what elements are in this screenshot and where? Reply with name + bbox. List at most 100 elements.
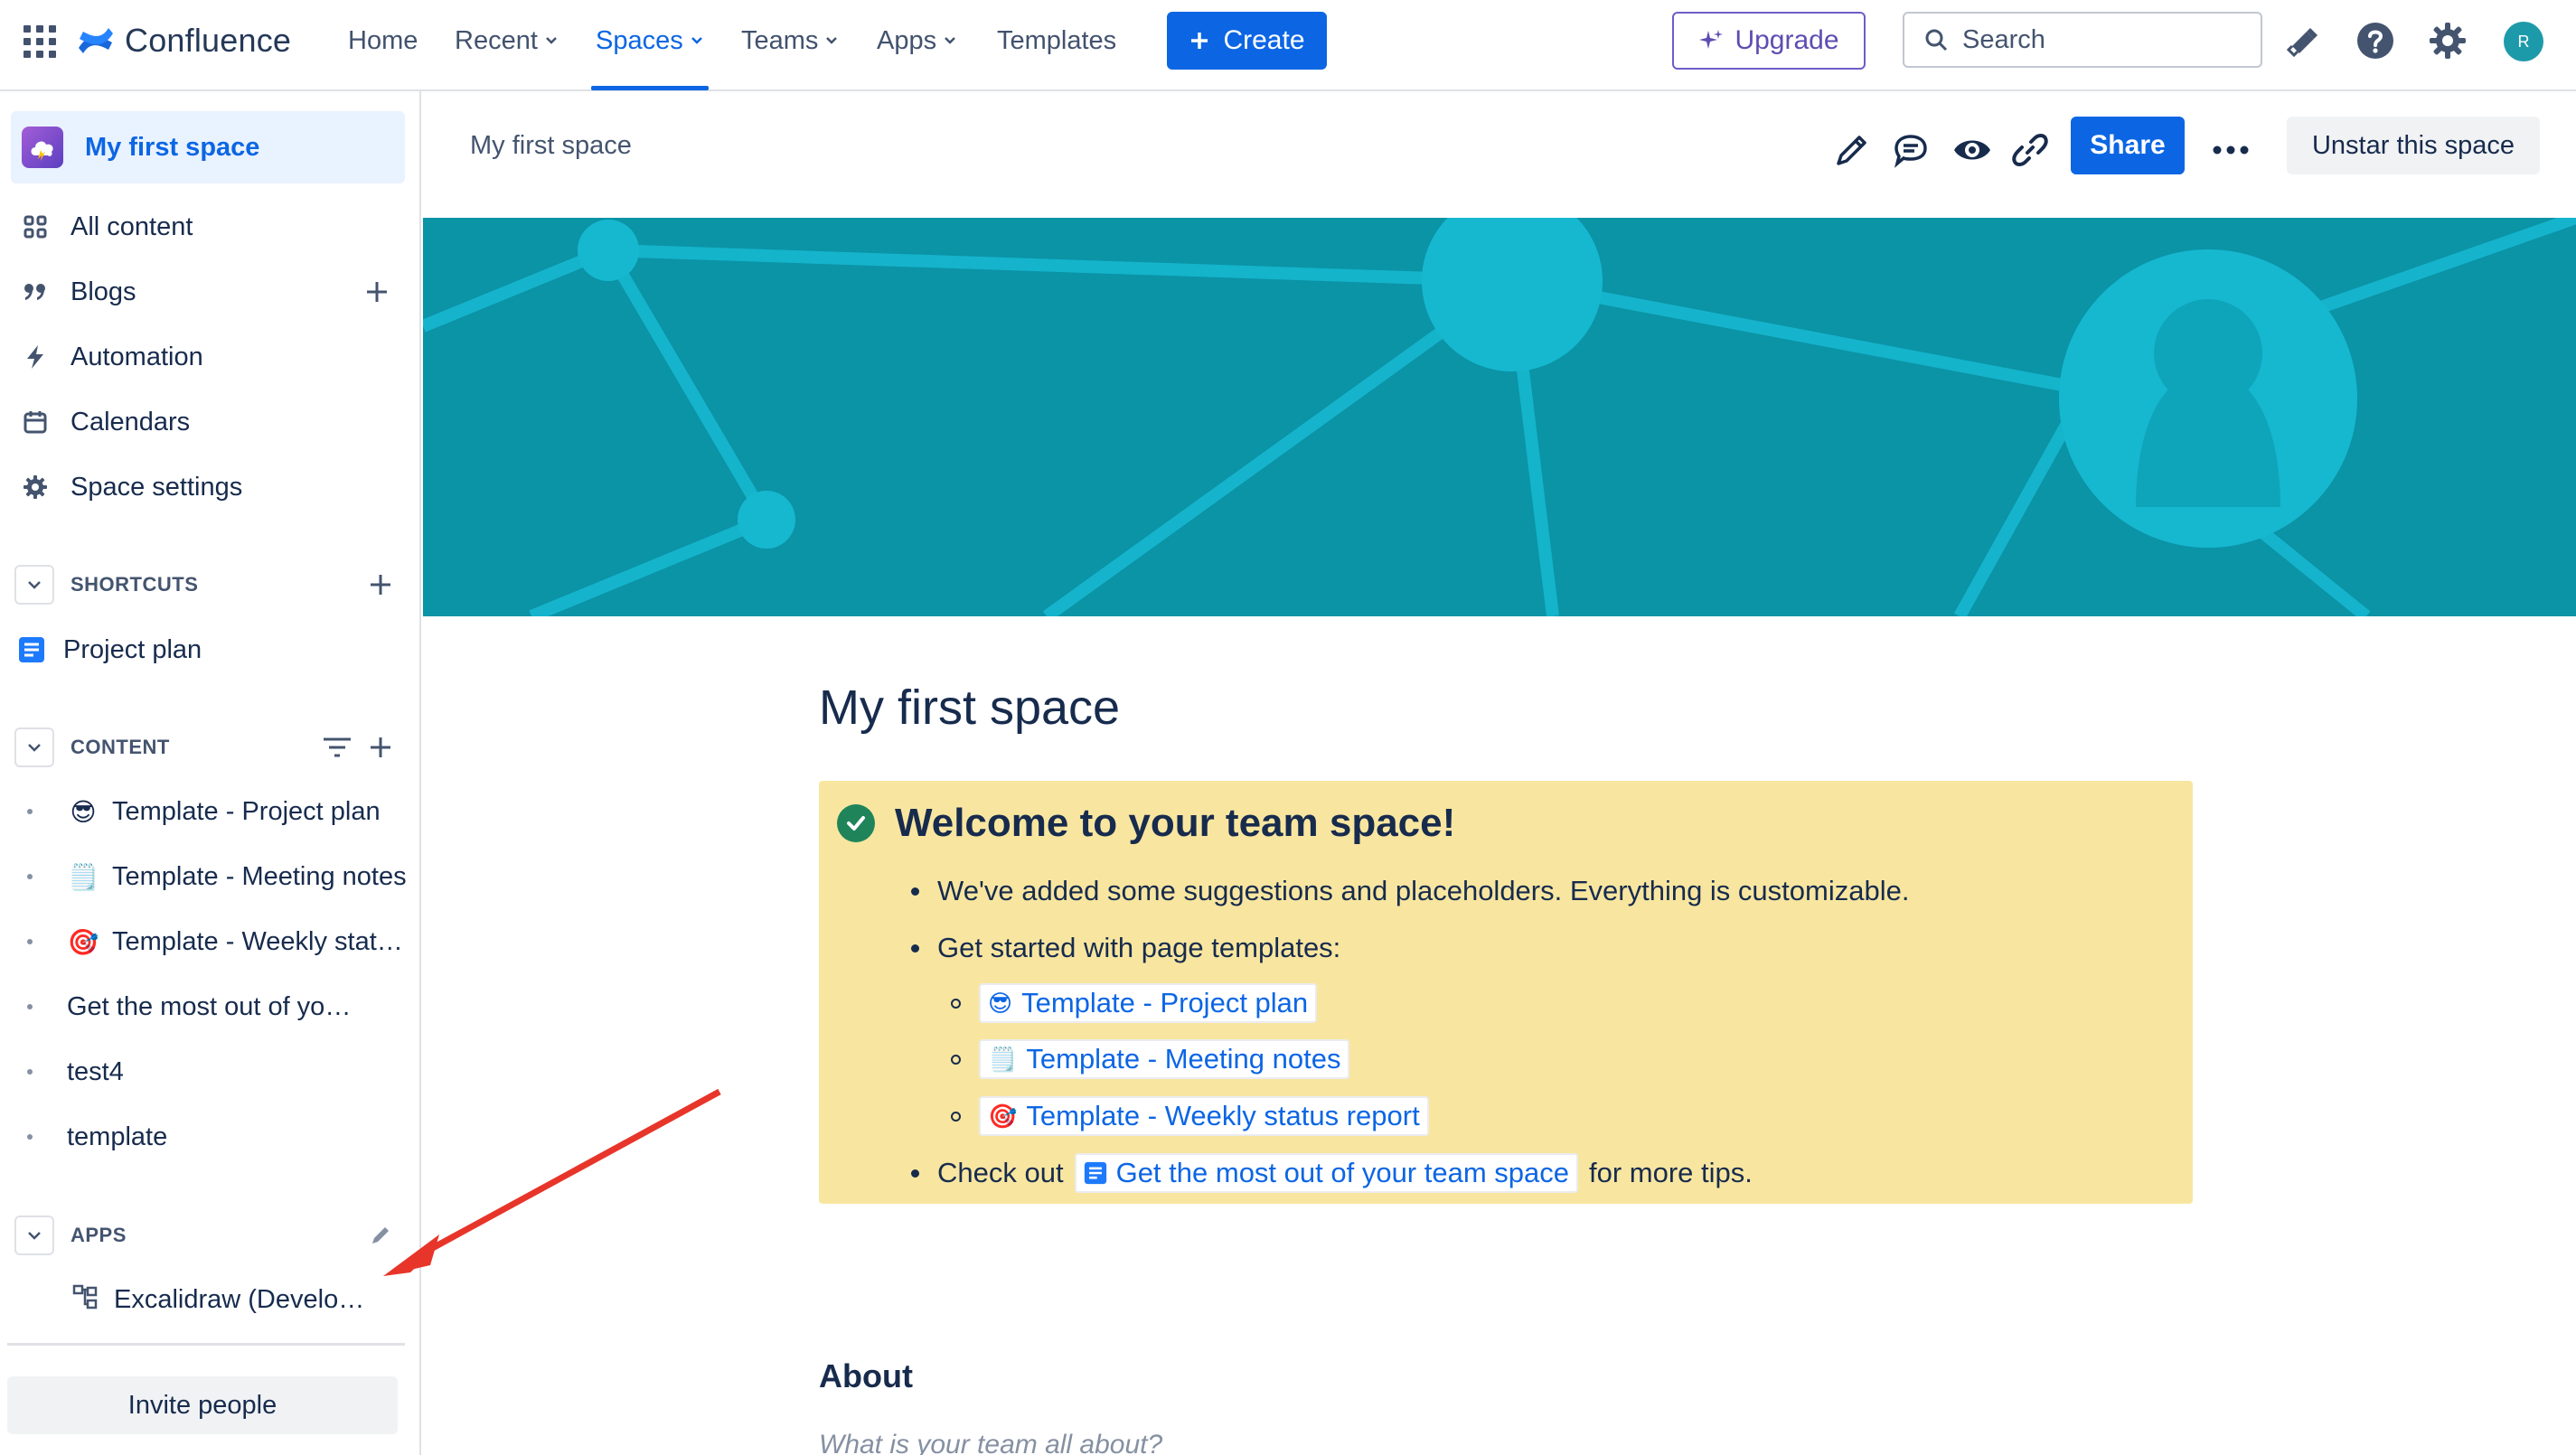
content-item-label: Template - Meeting notes: [112, 861, 407, 891]
invite-people-button[interactable]: Invite people: [7, 1376, 398, 1434]
tree-bullet: [27, 1069, 33, 1075]
sidebar-item-calendars[interactable]: Calendars: [11, 390, 405, 455]
nav-recent[interactable]: Recent: [455, 20, 558, 61]
confluence-logo-icon: [79, 28, 113, 53]
sidebar-item-all-content[interactable]: All content: [11, 194, 405, 259]
content-item[interactable]: test4: [27, 1042, 407, 1102]
sidebar-item-label: Blogs: [71, 277, 136, 306]
nav-templates[interactable]: Templates: [997, 20, 1116, 61]
content-section-header: CONTENT: [14, 722, 405, 773]
top-navigation: Confluence Home Recent Spaces Teams Apps…: [0, 0, 2576, 91]
nav-templates-label: Templates: [997, 25, 1117, 55]
chevron-down-icon[interactable]: [14, 565, 54, 605]
template-link-project-plan[interactable]: 😎 Template - Project plan: [979, 983, 1318, 1023]
list-item: 😎 Template - Project plan: [951, 983, 1318, 1023]
app-item-label: Excalidraw (Development): [114, 1284, 376, 1314]
nav-teams[interactable]: Teams: [741, 20, 838, 61]
welcome-info-panel: Welcome to your team space! We've added …: [819, 781, 2193, 1204]
panel-title-text: Welcome to your team space!: [895, 801, 1456, 845]
shortcuts-label: SHORTCUTS: [71, 573, 199, 596]
create-button-label: Create: [1223, 25, 1305, 55]
plus-icon: [1191, 33, 1208, 49]
space-name: My first space: [85, 132, 260, 162]
nav-recent-label: Recent: [455, 25, 538, 55]
edit-pencil-icon[interactable]: [1829, 127, 1876, 174]
target-emoji-icon: 🎯: [988, 1102, 1018, 1130]
watch-eye-icon[interactable]: [1949, 127, 1996, 174]
content-item[interactable]: 😎 Template - Project plan: [27, 782, 407, 841]
search-input[interactable]: [1962, 24, 2233, 55]
bullet-dot: [911, 1169, 919, 1178]
page-title: My first space: [819, 681, 1121, 735]
unstar-space-button[interactable]: Unstar this space: [2287, 117, 2540, 174]
link-label: Get the most out of your team space: [1115, 1157, 1569, 1188]
content-item[interactable]: Get the most out of your team space: [27, 977, 407, 1037]
link-label: Template - Weekly status report: [1026, 1100, 1420, 1131]
tree-bullet: [27, 1004, 33, 1009]
chevron-down-icon[interactable]: [14, 728, 54, 767]
sidebar-item-space-settings[interactable]: Space settings: [11, 455, 405, 520]
list-item: Get started with page templates:: [911, 932, 1340, 964]
tree-bullet: [27, 1134, 33, 1140]
sidebar-item-blogs[interactable]: Blogs: [11, 259, 405, 324]
content-item-label: Get the most out of your team space: [67, 991, 365, 1021]
shortcut-project-plan[interactable]: Project plan: [7, 617, 401, 682]
apps-section-header: APPS: [14, 1210, 405, 1261]
add-shortcut-plus-icon[interactable]: [365, 569, 396, 600]
share-button[interactable]: Share: [2071, 117, 2185, 174]
more-actions-icon[interactable]: [2207, 127, 2254, 174]
about-placeholder: What is your team all about?: [819, 1430, 1163, 1455]
content-item[interactable]: template: [27, 1107, 407, 1167]
page-icon: [1084, 1161, 1106, 1185]
get-most-out-link[interactable]: Get the most out of your team space: [1074, 1153, 1578, 1193]
notifications-icon[interactable]: [2282, 20, 2324, 61]
breadcrumb[interactable]: My first space: [470, 131, 632, 161]
apps-label: APPS: [71, 1224, 127, 1246]
app-item-excalidraw[interactable]: Excalidraw (Development): [71, 1270, 450, 1329]
template-link-meeting-notes[interactable]: 🗒️ Template - Meeting notes: [979, 1039, 1350, 1079]
upgrade-button[interactable]: Upgrade: [1672, 12, 1866, 70]
check-circle-icon: [837, 804, 875, 842]
grid-icon: [22, 213, 49, 240]
content-item[interactable]: 🗒️ Template - Meeting notes: [27, 847, 407, 906]
app-switcher-icon[interactable]: [22, 23, 56, 58]
link-label: Template - Meeting notes: [1026, 1043, 1341, 1075]
megaphone-icon: [2287, 28, 2317, 57]
add-content-plus-icon[interactable]: [365, 732, 396, 763]
comment-icon[interactable]: [1887, 127, 1934, 174]
nav-spaces[interactable]: Spaces: [596, 20, 703, 61]
notepad-emoji-icon: 🗒️: [67, 862, 99, 891]
tree-bullet: [27, 809, 33, 814]
tree-bullet: [27, 874, 33, 879]
add-blog-plus-icon[interactable]: [362, 277, 392, 307]
avatar-initial: R: [2517, 32, 2530, 51]
template-link-weekly-status[interactable]: 🎯 Template - Weekly status report: [979, 1096, 1429, 1136]
chevron-down-icon[interactable]: [14, 1216, 54, 1255]
calendar-icon: [22, 408, 49, 436]
space-header-banner: [423, 218, 2576, 616]
search-box[interactable]: [1903, 12, 2262, 68]
confluence-logo[interactable]: Confluence: [76, 20, 291, 61]
sidebar-item-automation[interactable]: Automation: [11, 324, 405, 390]
bullet-ring: [951, 1054, 961, 1065]
content-item[interactable]: 🎯 Template - Weekly status report: [27, 912, 407, 972]
sidebar-divider: [7, 1343, 405, 1346]
bullet-dot: [911, 887, 919, 896]
edit-pencil-icon[interactable]: [365, 1220, 396, 1251]
sidebar-space-home[interactable]: My first space: [11, 111, 405, 183]
user-avatar[interactable]: R: [2504, 22, 2543, 61]
sparkle-icon: [1699, 30, 1724, 49]
help-icon[interactable]: [2355, 20, 2396, 61]
list-item-text: We've added some suggestions and placeho…: [937, 875, 1910, 906]
create-button[interactable]: Create: [1167, 12, 1327, 70]
shortcuts-section-header: SHORTCUTS: [14, 559, 405, 610]
chevron-down-icon: [691, 37, 702, 44]
nav-apps[interactable]: Apps: [877, 20, 956, 61]
nav-home[interactable]: Home: [348, 20, 418, 61]
settings-gear-icon[interactable]: [2427, 20, 2468, 61]
invite-people-label: Invite people: [127, 1390, 277, 1420]
panel-title: Welcome to your team space!: [837, 801, 1455, 846]
filter-icon[interactable]: [322, 732, 353, 763]
copy-link-icon[interactable]: [2007, 127, 2054, 174]
list-item: 🎯 Template - Weekly status report: [951, 1096, 1429, 1136]
